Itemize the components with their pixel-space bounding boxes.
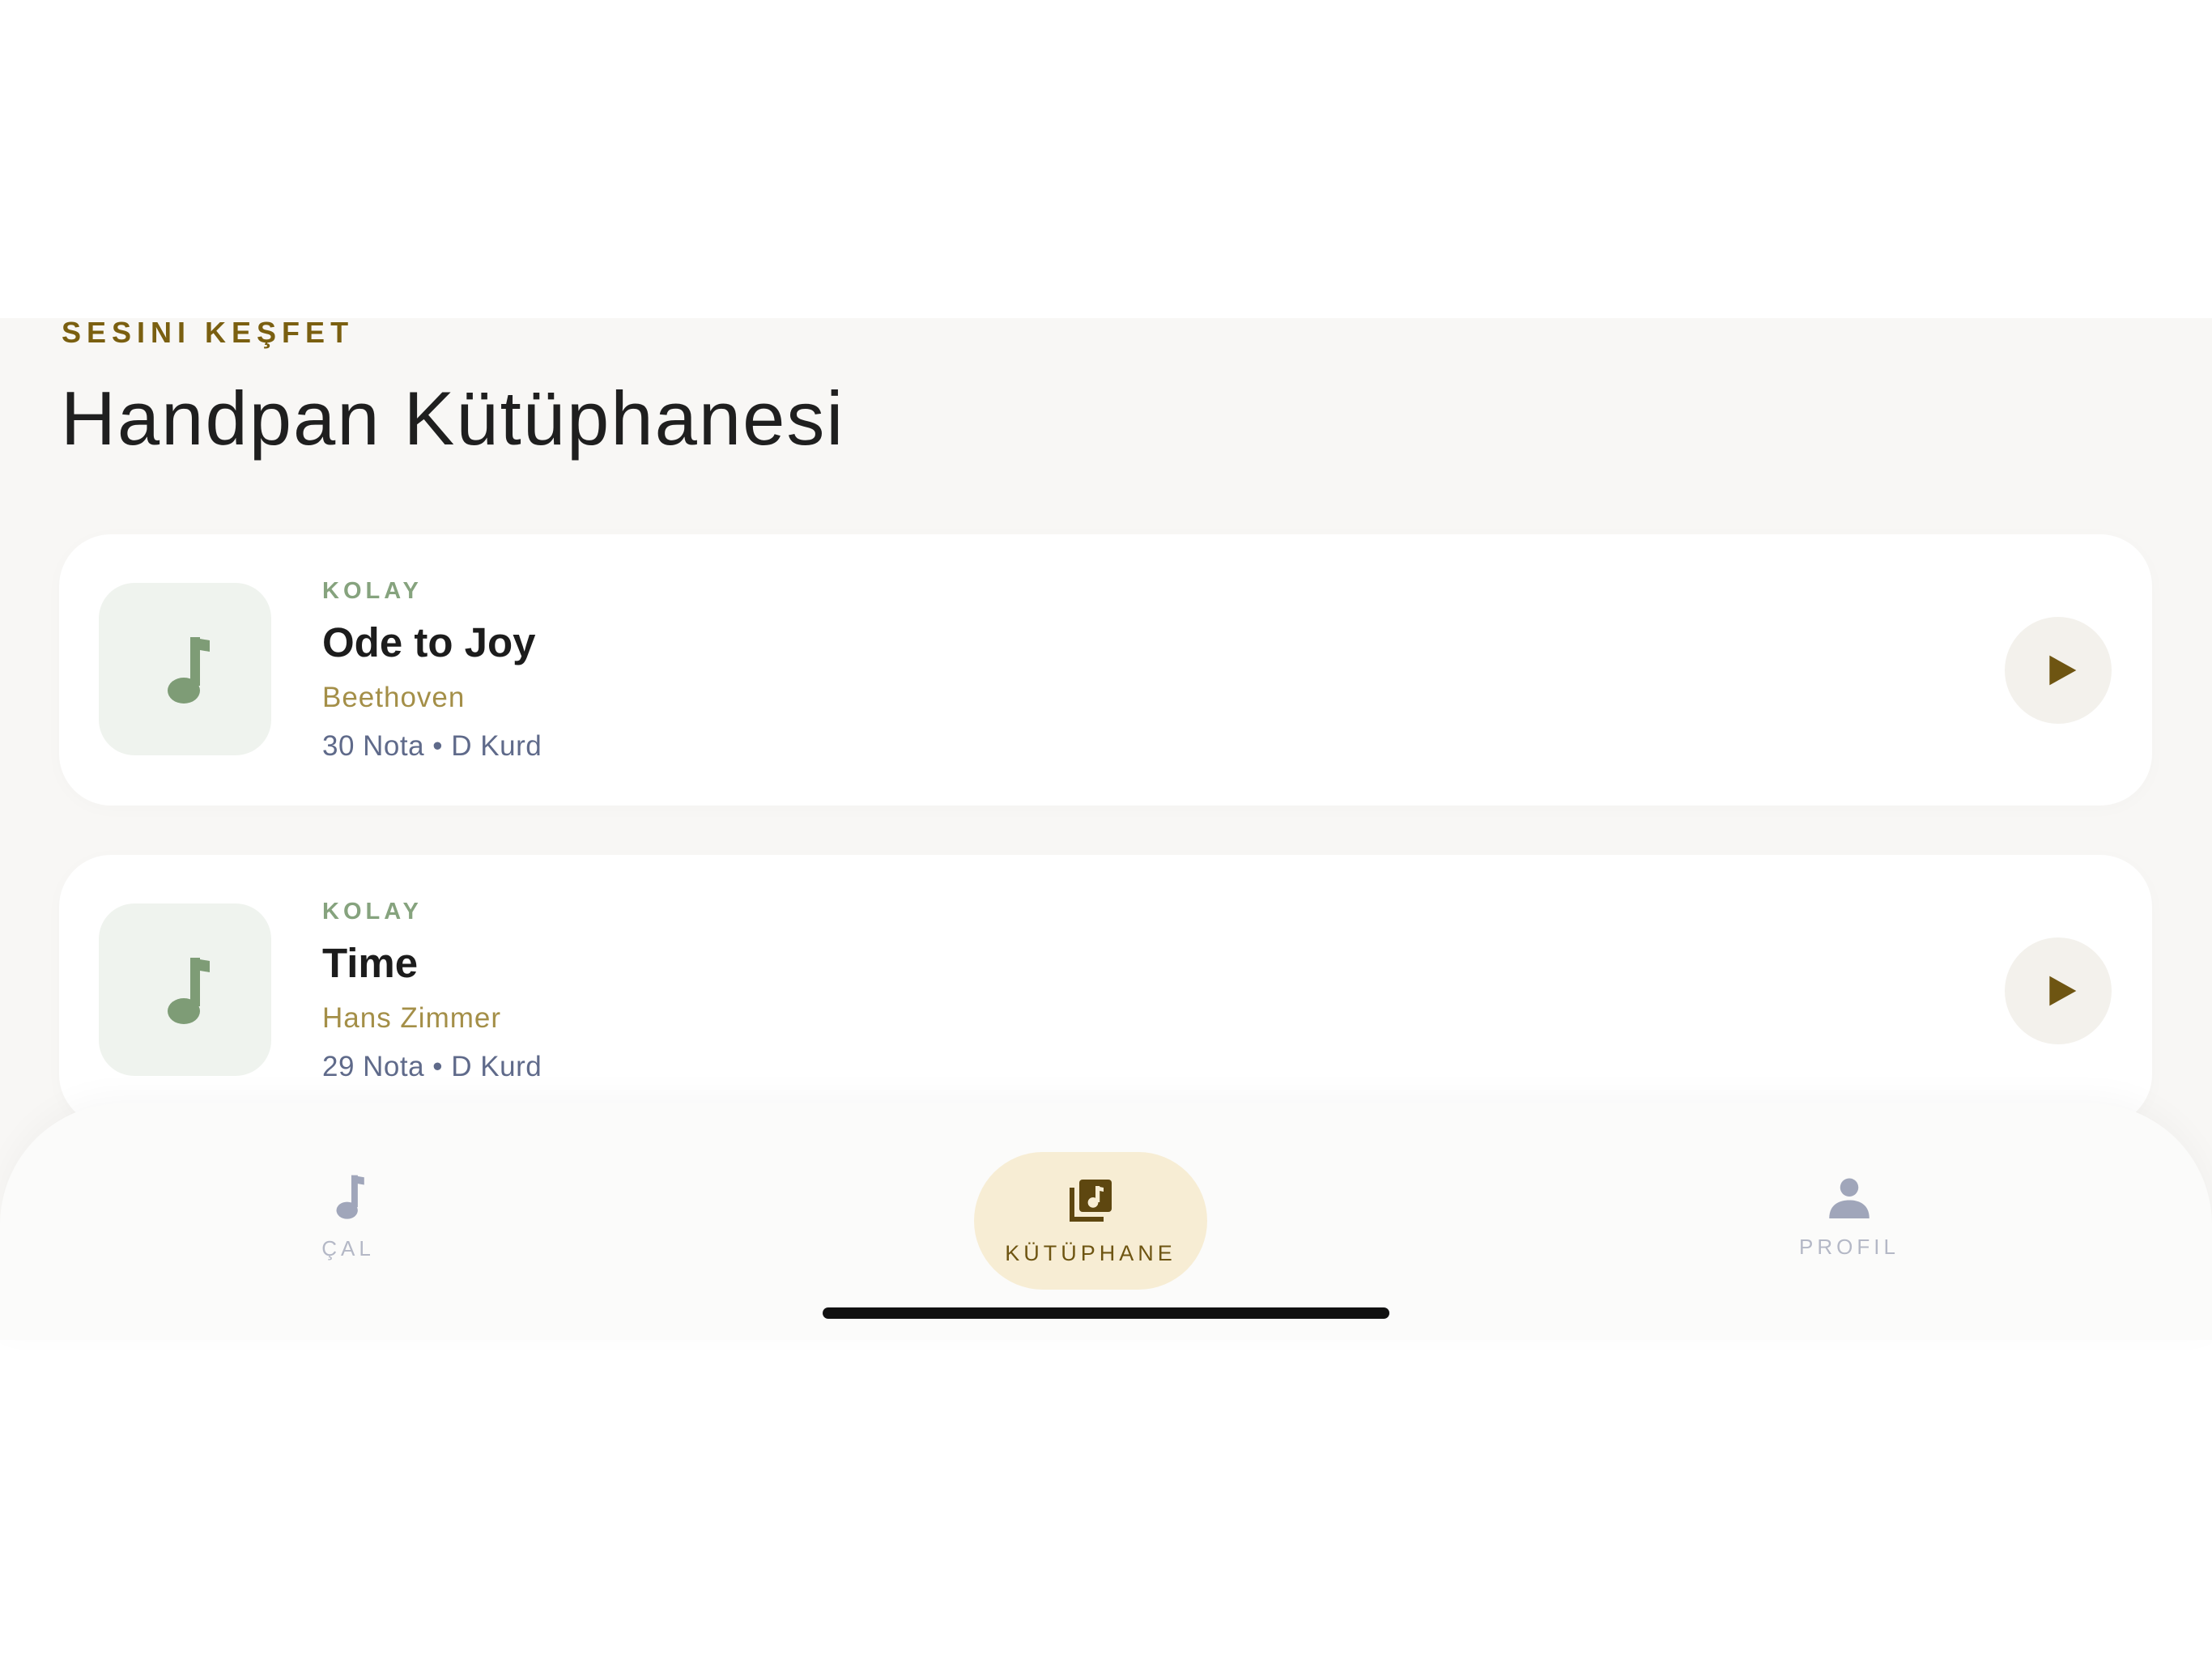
tab-profil[interactable]: PROFIL <box>1768 1152 1930 1290</box>
difficulty-label: KOLAY <box>322 899 423 925</box>
song-thumbnail <box>99 903 271 1076</box>
music-note-icon <box>167 636 210 704</box>
song-thumbnail <box>99 583 271 755</box>
play-button[interactable] <box>2005 617 2112 724</box>
person-icon <box>1829 1178 1870 1218</box>
library-music-icon <box>1070 1180 1112 1222</box>
tab-label: KÜTÜPHANE <box>1005 1241 1176 1265</box>
bottom-tab-bar: ÇAL KÜTÜPHANE PROFIL <box>0 1103 2212 1340</box>
song-title: Time <box>322 940 419 986</box>
song-card[interactable]: KOLAY Time Hans Zimmer 29 Nota • D Kurd <box>59 855 2152 1126</box>
tab-label: ÇAL <box>321 1236 375 1261</box>
song-composer: Hans Zimmer <box>322 1002 502 1034</box>
home-indicator <box>823 1307 1389 1319</box>
song-composer: Beethoven <box>322 682 466 713</box>
music-note-icon <box>167 957 210 1024</box>
song-meta: 30 Nota • D Kurd <box>322 730 542 762</box>
song-card[interactable]: KOLAY Ode to Joy Beethoven 30 Nota • D K… <box>59 534 2152 806</box>
page-title: Handpan Kütüphanesi <box>61 376 845 461</box>
play-button[interactable] <box>2005 937 2112 1044</box>
music-note-icon <box>336 1175 364 1219</box>
section-eyebrow: SESINI KEŞFET <box>62 316 355 349</box>
tab-cal[interactable]: ÇAL <box>267 1152 429 1290</box>
play-icon <box>2049 976 2077 1006</box>
song-meta: 29 Nota • D Kurd <box>322 1051 542 1082</box>
difficulty-label: KOLAY <box>322 578 423 604</box>
tab-label: PROFIL <box>1799 1235 1899 1259</box>
play-icon <box>2049 655 2077 686</box>
tab-kutuphane[interactable]: KÜTÜPHANE <box>974 1152 1207 1290</box>
song-title: Ode to Joy <box>322 619 536 665</box>
